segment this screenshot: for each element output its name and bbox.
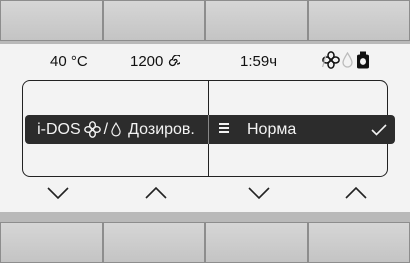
detergent-bottle-icon <box>357 51 369 69</box>
icon-separator: / <box>103 120 109 138</box>
detergent-drop-icon <box>342 52 353 68</box>
selection-bar[interactable]: i-DOS / Дозиров. Норма <box>25 115 395 144</box>
softener-flower-icon <box>83 121 101 138</box>
spin-speed: 1200 <box>130 53 182 70</box>
detergent-drop-icon <box>111 122 121 137</box>
bottom-softkeys <box>0 222 410 263</box>
bottom-softkey-2[interactable] <box>102 222 205 263</box>
temperature-readout: 40 °C <box>50 53 88 70</box>
status-bar: 40 °C 1200 1:59ч / <box>0 50 410 74</box>
top-softkey-1[interactable] <box>0 0 103 41</box>
top-softkey-4[interactable] <box>307 0 410 41</box>
dosing-label: Дозиров. <box>128 120 195 138</box>
bottom-softkey-3[interactable] <box>205 222 308 263</box>
top-softkeys <box>0 0 410 41</box>
display-screen: 40 °C 1200 1:59ч / i-DOS / Дозиров. Норм… <box>0 44 410 212</box>
option-value: Норма <box>247 120 297 138</box>
selection-divider <box>208 115 209 144</box>
bottom-softkey-1[interactable] <box>0 222 103 263</box>
idos-label: i-DOS <box>37 120 81 138</box>
top-softkey-3[interactable] <box>205 0 308 41</box>
checkmark-icon <box>371 124 387 136</box>
option-value-norma[interactable]: Норма <box>211 115 395 144</box>
chevron-down-icon[interactable] <box>248 187 270 199</box>
icon-separator: / <box>322 54 327 71</box>
spin-speed-value: 1200 <box>130 53 164 70</box>
status-icons: / <box>322 51 371 71</box>
chevron-up-icon[interactable] <box>345 187 367 199</box>
chevron-down-icon[interactable] <box>47 187 69 199</box>
spiral-icon <box>168 54 182 67</box>
level-bars-icon <box>219 122 229 137</box>
bottom-softkey-4[interactable] <box>307 222 410 263</box>
top-softkey-2[interactable] <box>102 0 205 41</box>
option-idos-dosing[interactable]: i-DOS / Дозиров. <box>25 115 207 144</box>
chevron-up-icon[interactable] <box>145 187 167 199</box>
remaining-time: 1:59ч <box>240 53 278 70</box>
